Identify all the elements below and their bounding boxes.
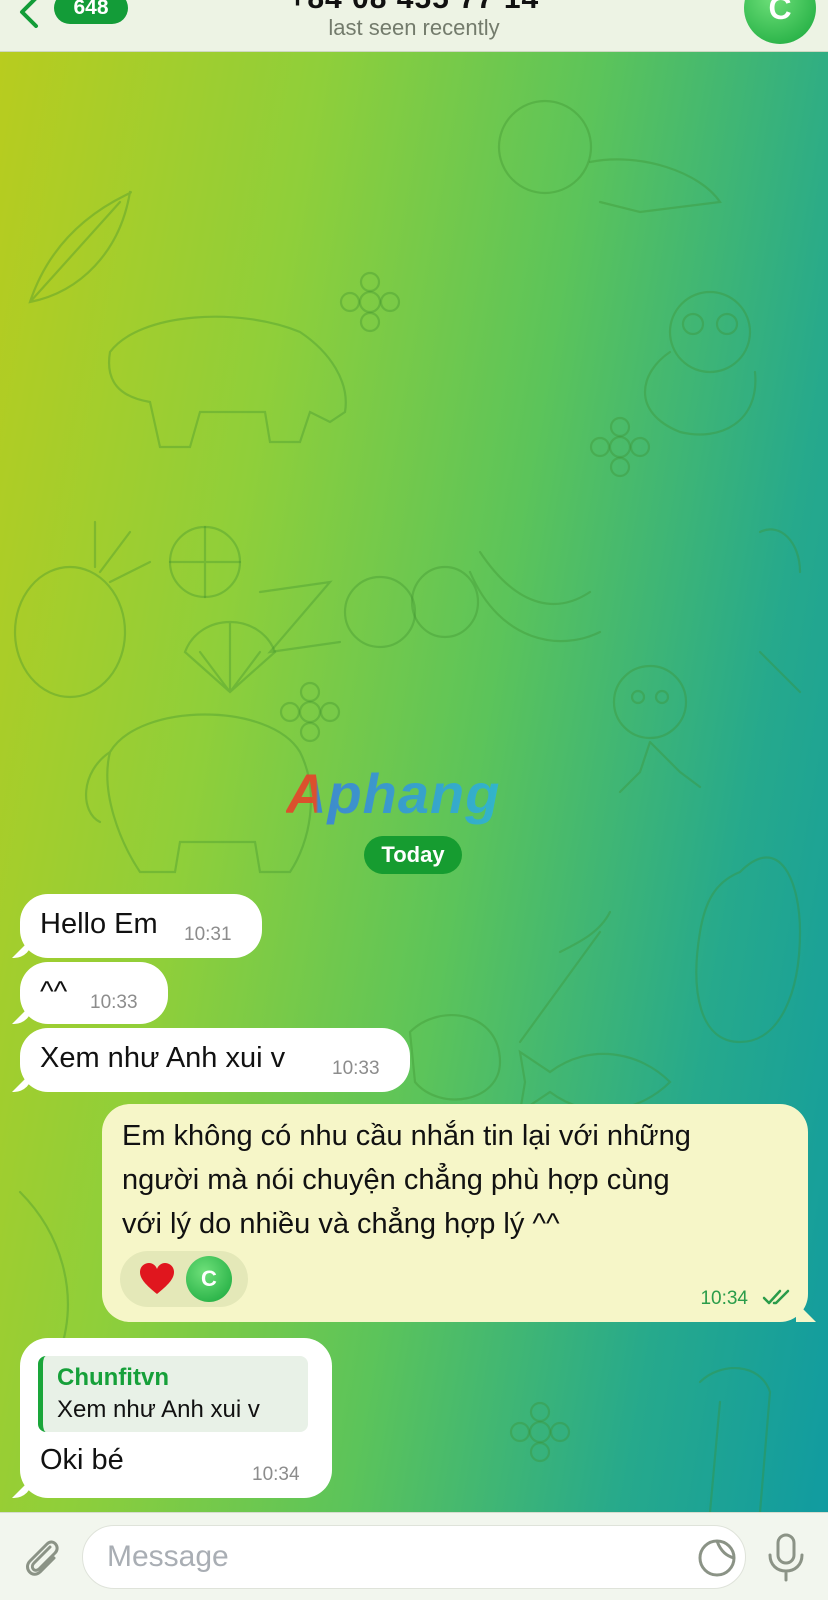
message-text: Hello Em: [40, 908, 158, 940]
reply-text: Xem như Anh xui v: [57, 1396, 260, 1423]
contact-name[interactable]: +84 08 455 77 14: [0, 0, 828, 16]
message-time: 10:33: [90, 992, 138, 1013]
reactor-avatar: C: [186, 1256, 232, 1302]
mic-icon[interactable]: [764, 1531, 808, 1583]
message-input[interactable]: Message: [82, 1525, 746, 1589]
double-check-icon: [762, 1289, 790, 1305]
incoming-message[interactable]: Xem như Anh xui v 10:33: [20, 1028, 410, 1092]
date-separator: Today: [364, 836, 462, 874]
outgoing-message[interactable]: Em không có nhu cầu nhắn tin lại với nhữ…: [102, 1104, 808, 1322]
incoming-message[interactable]: Chunfitvn Xem như Anh xui v Oki bé 10:34: [20, 1338, 332, 1498]
heart-icon: [140, 1263, 174, 1294]
contact-status: last seen recently: [328, 15, 500, 40]
incoming-message[interactable]: ^^ 10:33: [20, 962, 168, 1024]
reaction-chip[interactable]: C: [120, 1251, 248, 1307]
reply-author: Chunfitvn: [57, 1364, 169, 1391]
attach-icon[interactable]: [20, 1533, 64, 1581]
sticker-icon[interactable]: [697, 1538, 737, 1578]
message-input-bar: Message: [0, 1512, 828, 1600]
message-text: Xem như Anh xui v: [40, 1042, 286, 1074]
incoming-message[interactable]: Hello Em 10:31: [20, 894, 262, 958]
chat-header: 648 +84 08 455 77 14 last seen recently …: [0, 0, 828, 52]
message-time: 10:34: [700, 1288, 748, 1309]
reply-quote[interactable]: Chunfitvn Xem như Anh xui v: [38, 1356, 308, 1432]
message-time: 10:31: [184, 924, 232, 945]
message-time: 10:34: [252, 1464, 300, 1485]
message-placeholder: Message: [107, 1540, 229, 1573]
watermark-logo: Aphang: [286, 762, 501, 825]
message-line: với lý do nhiều và chẳng hợp lý ^^: [122, 1208, 560, 1240]
message-line: người mà nói chuyện chẳng phù hợp cùng: [122, 1164, 670, 1196]
message-text: ^^: [40, 976, 68, 1008]
message-text: Oki bé: [40, 1444, 124, 1476]
message-line: Em không có nhu cầu nhắn tin lại với nhữ…: [122, 1120, 691, 1152]
message-time: 10:33: [332, 1058, 380, 1079]
message-text: Em không có nhu cầu nhắn tin lại với nhữ…: [122, 1114, 792, 1246]
